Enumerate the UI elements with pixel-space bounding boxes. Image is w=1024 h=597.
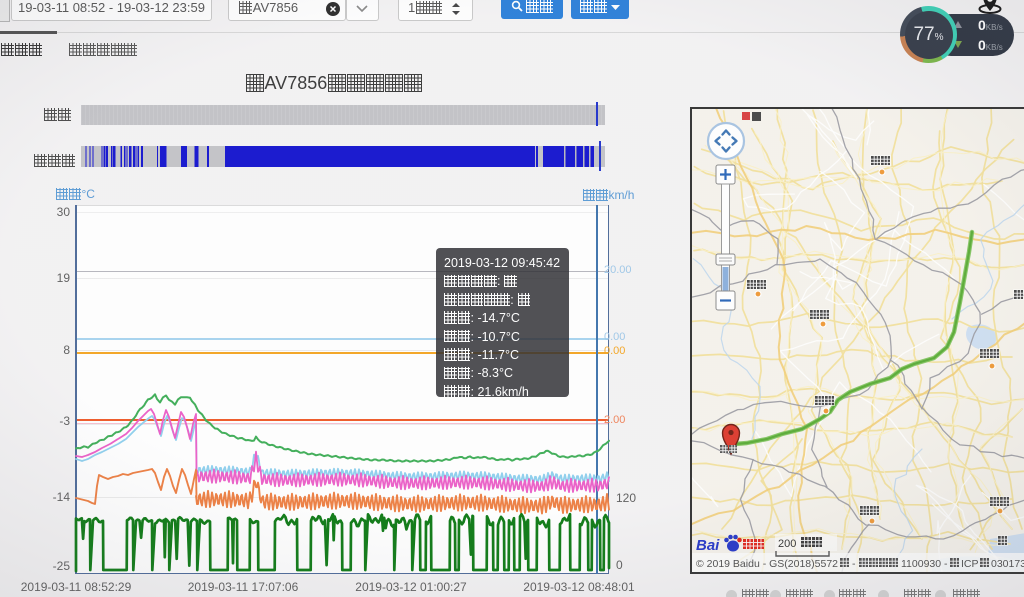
svg-text:Bai: Bai: [696, 537, 720, 554]
svg-text:© 2019 Baidu - GS(2018)5572: © 2019 Baidu - GS(2018)5572: [696, 558, 838, 570]
svg-text:-: -: [852, 558, 856, 570]
svg-text:1100930 -: 1100930 -: [901, 558, 948, 570]
svg-text:200: 200: [778, 538, 796, 550]
svg-text:ICP: ICP: [961, 558, 979, 570]
svg-text:030173: 030173: [991, 558, 1024, 570]
